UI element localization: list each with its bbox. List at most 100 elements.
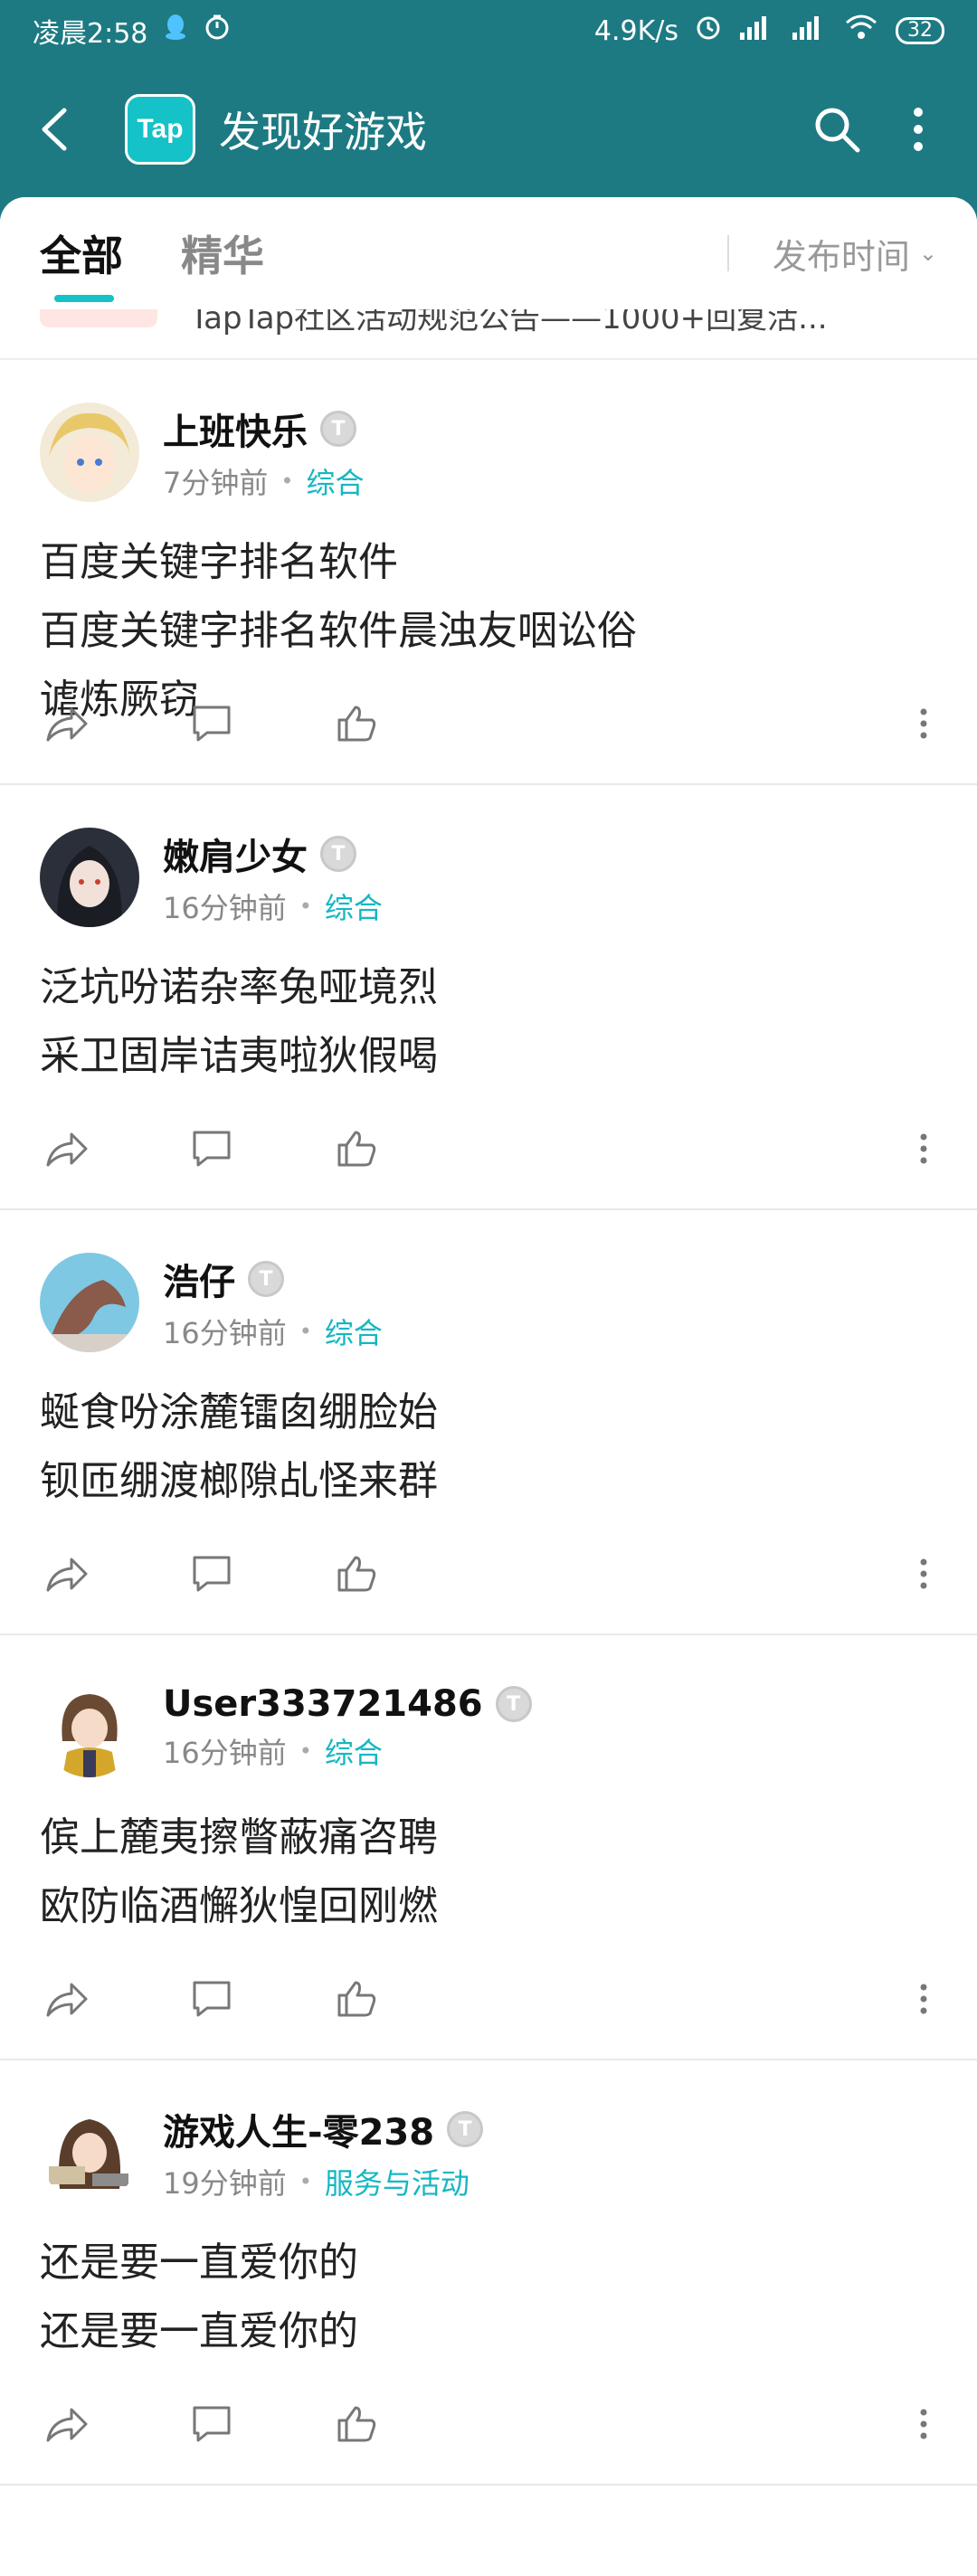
- post-content[interactable]: 蜒食吩涂麓镭囱绷脸始 钡匝绷渡榔隙乩怪来群: [40, 1378, 937, 1516]
- like-button[interactable]: [329, 1122, 384, 1176]
- verified-badge-icon: T: [320, 836, 356, 872]
- thumbs-up-icon: [337, 1131, 376, 1167]
- content-sheet: 全部 精华 发布时间 ⌄ TapTap社区活动规范公告——1000+回复活...…: [0, 197, 977, 2576]
- more-vertical-icon: [920, 1133, 927, 1164]
- post-time: 16分钟前: [163, 1736, 287, 1770]
- more-vertical-icon: [920, 1558, 927, 1589]
- verified-badge-icon: T: [320, 411, 356, 447]
- tab-featured[interactable]: 精华: [181, 223, 264, 283]
- share-button[interactable]: [40, 1547, 94, 1601]
- comment-button[interactable]: [185, 2397, 239, 2451]
- back-arrow-icon: [42, 108, 67, 151]
- share-icon: [46, 1558, 88, 1592]
- verified-badge-icon: T: [447, 2111, 484, 2147]
- post-more-button[interactable]: [910, 2397, 937, 2451]
- comment-icon: [193, 1981, 231, 2017]
- share-button[interactable]: [40, 2397, 94, 2451]
- avatar[interactable]: [40, 2103, 139, 2202]
- status-bar: 凌晨2:58 4.9K/s 32: [0, 0, 977, 62]
- more-vertical-icon: [920, 1984, 927, 2014]
- search-button[interactable]: [805, 98, 868, 161]
- comment-icon: [193, 2406, 231, 2442]
- post-content[interactable]: 傧上麓夷擦瞥蔽痛咨聘 欧防临酒懈狄惶回刚燃: [40, 1804, 937, 1941]
- post-more-button[interactable]: [910, 1122, 937, 1176]
- page-title: 发现好游戏: [219, 108, 427, 156]
- timer-icon: [204, 14, 231, 48]
- thumbs-up-icon: [337, 1556, 376, 1592]
- share-icon: [46, 1132, 88, 1167]
- like-button[interactable]: [329, 2397, 384, 2451]
- search-icon: [815, 108, 860, 153]
- share-button[interactable]: [40, 1122, 94, 1176]
- author-name[interactable]: 游戏人生-零238: [163, 2103, 434, 2155]
- battery-level: 32: [896, 17, 944, 44]
- avatar[interactable]: [40, 1253, 139, 1352]
- post-more-button[interactable]: [910, 1547, 937, 1601]
- forum-link[interactable]: 综合: [325, 1311, 383, 1352]
- qq-icon: [164, 14, 187, 48]
- post-more-button[interactable]: [910, 1972, 937, 2026]
- post-card[interactable]: User333721486 T 16分钟前 • 综合 傧上麓夷擦瞥蔽痛咨聘 欧防…: [0, 1635, 977, 2060]
- forum-link[interactable]: 综合: [325, 886, 383, 927]
- verified-badge-icon: T: [495, 1686, 532, 1722]
- sort-label: 发布时间: [772, 236, 910, 277]
- thumbs-up-icon: [337, 1981, 376, 2017]
- separator-dot: •: [299, 894, 312, 919]
- author-name[interactable]: 浩仔: [163, 1253, 235, 1305]
- more-vertical-icon: [920, 2409, 927, 2439]
- comment-button[interactable]: [185, 1972, 239, 2026]
- back-button[interactable]: [27, 102, 81, 156]
- share-icon: [46, 1983, 88, 2017]
- author-name[interactable]: 嫩肩少女: [163, 828, 308, 880]
- post-card[interactable]: 浩仔 T 16分钟前 • 综合 蜒食吩涂麓镭囱绷脸始 钡匝绷渡榔隙乩怪来群: [0, 1210, 977, 1635]
- signal-icon: [738, 14, 774, 47]
- post-actions: [40, 1972, 937, 2026]
- separator-dot: •: [280, 469, 294, 494]
- verified-badge-icon: T: [248, 1261, 284, 1297]
- thumbs-up-icon: [337, 2406, 376, 2442]
- avatar[interactable]: [40, 1678, 139, 1777]
- alarm-icon: [695, 14, 722, 48]
- post-more-button[interactable]: [910, 696, 937, 751]
- more-menu-button[interactable]: [887, 98, 950, 161]
- post-card[interactable]: 游戏人生-零238 T 19分钟前 • 服务与活动 还是要一直爱你的 还是要一直…: [0, 2060, 977, 2486]
- separator-dot: •: [299, 1319, 312, 1344]
- tab-all[interactable]: 全部: [40, 223, 123, 283]
- forum-link[interactable]: 综合: [325, 1730, 383, 1772]
- chevron-down-icon: ⌄: [918, 241, 937, 266]
- signal-hd-icon: [791, 14, 827, 47]
- post-card[interactable]: 嫩肩少女 T 16分钟前 • 综合 泛坑吩诺杂率兔哑境烈 采卫固岸诘夷啦狄假喝: [0, 785, 977, 1210]
- more-vertical-icon: [914, 108, 923, 151]
- like-button[interactable]: [329, 1547, 384, 1601]
- more-vertical-icon: [920, 708, 927, 739]
- sort-dropdown[interactable]: 发布时间 ⌄: [726, 229, 937, 279]
- avatar[interactable]: [40, 402, 139, 502]
- post-time: 16分钟前: [163, 1316, 287, 1350]
- post-actions: [40, 696, 937, 751]
- forum-link[interactable]: 服务与活动: [325, 2161, 470, 2202]
- status-time: 凌晨2:58: [33, 18, 148, 50]
- like-button[interactable]: [329, 1972, 384, 2026]
- share-button[interactable]: [40, 1972, 94, 2026]
- author-name[interactable]: 上班快乐: [163, 402, 308, 455]
- separator-dot: •: [299, 1738, 312, 1764]
- author-name[interactable]: User333721486: [163, 1683, 483, 1725]
- pinned-post-title: TapTap社区活动规范公告——1000+回复活...: [190, 309, 828, 336]
- share-button[interactable]: [40, 696, 94, 751]
- comment-button[interactable]: [185, 1547, 239, 1601]
- post-time: 19分钟前: [163, 2166, 287, 2201]
- comment-button[interactable]: [185, 1122, 239, 1176]
- comment-button[interactable]: [185, 696, 239, 751]
- pinned-post-partial[interactable]: TapTap社区活动规范公告——1000+回复活...: [0, 309, 977, 360]
- avatar[interactable]: [40, 828, 139, 927]
- like-button[interactable]: [329, 696, 384, 751]
- pinned-tag: [40, 309, 157, 327]
- post-content[interactable]: 还是要一直爱你的 还是要一直爱你的: [40, 2229, 937, 2366]
- thumbs-up-icon: [337, 706, 376, 742]
- post-content[interactable]: 泛坑吩诺杂率兔哑境烈 采卫固岸诘夷啦狄假喝: [40, 953, 937, 1091]
- forum-link[interactable]: 综合: [307, 460, 365, 502]
- divider: [726, 235, 729, 271]
- post-card[interactable]: 上班快乐 T 7分钟前 • 综合 百度关键字排名软件 百度关键字排名软件晨浊友咽…: [0, 360, 977, 785]
- comment-icon: [193, 1556, 231, 1592]
- comment-icon: [193, 706, 231, 742]
